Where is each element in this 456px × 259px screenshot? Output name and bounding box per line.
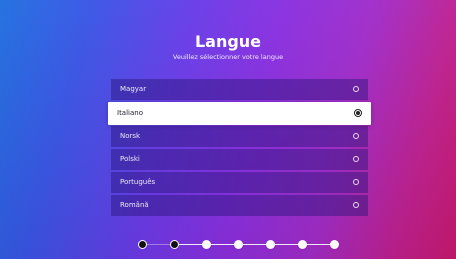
page-subtitle: Veuillez sélectionner votre langue: [172, 53, 284, 61]
language-label: Italiano: [117, 109, 143, 117]
radio-unselected-icon: [353, 156, 359, 162]
radio-selected-icon: [354, 109, 362, 117]
language-label: Română: [120, 201, 149, 209]
language-option-norsk[interactable]: Norsk: [111, 126, 368, 147]
step-dot-pending: [330, 240, 339, 249]
step-connector: [211, 244, 235, 245]
step-connector: [243, 244, 267, 245]
step-dot-pending: [202, 240, 211, 249]
step-dot-pending: [266, 240, 275, 249]
language-option-romana[interactable]: Română: [111, 195, 368, 216]
step-dot-completed: [138, 240, 147, 249]
language-option-polski[interactable]: Polski: [111, 149, 368, 170]
step-connector: [179, 244, 203, 245]
language-label: Polski: [120, 155, 140, 163]
step-connector: [275, 244, 299, 245]
step-connector: [307, 244, 331, 245]
language-label: Português: [120, 178, 156, 186]
radio-unselected-icon: [353, 179, 359, 185]
setup-progress-stepper: [136, 239, 346, 251]
radio-unselected-icon: [353, 86, 359, 92]
language-option-portugues[interactable]: Português: [111, 172, 368, 193]
step-dot-pending: [298, 240, 307, 249]
radio-unselected-icon: [353, 133, 359, 139]
language-label: Magyar: [120, 85, 147, 93]
step-dot-current: [170, 240, 179, 249]
page-title: Langue: [194, 32, 262, 51]
language-option-magyar[interactable]: Magyar: [111, 79, 368, 100]
step-dot-pending: [234, 240, 243, 249]
language-option-italiano[interactable]: Italiano: [108, 102, 371, 125]
step-connector: [145, 244, 172, 245]
language-label: Norsk: [120, 132, 141, 140]
radio-unselected-icon: [353, 202, 359, 208]
